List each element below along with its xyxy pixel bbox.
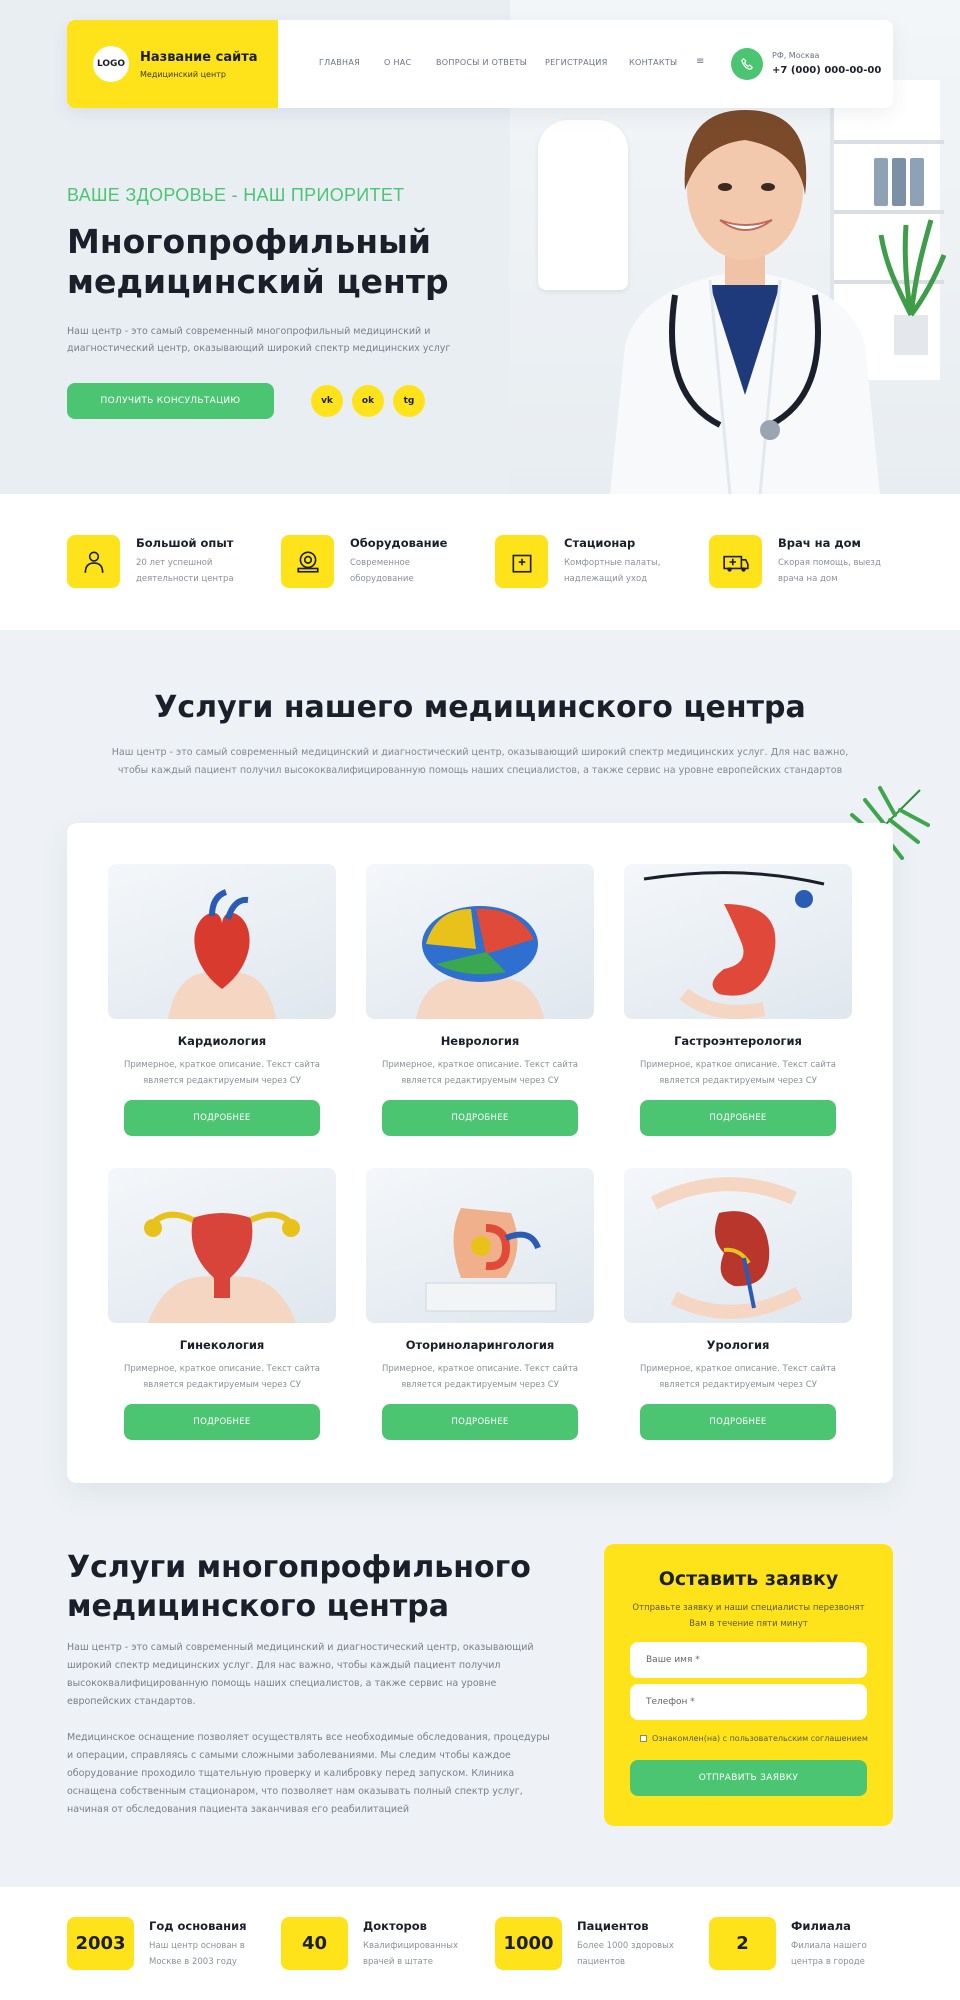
site-name[interactable]: Название сайта xyxy=(140,50,258,65)
kidney-model-image[interactable] xyxy=(624,1168,852,1323)
service-title: Урология xyxy=(706,1338,770,1352)
service-desc: Примерное, краткое описание. Текст сайта… xyxy=(123,1060,321,1086)
feature-text: Скорая помощь, выезд врача на дом xyxy=(778,558,881,584)
services-lead: Наш центр - это самый современный медици… xyxy=(111,747,849,776)
service-title: Оториноларингология xyxy=(405,1338,555,1352)
nav-contacts[interactable]: КОНТАКТЫ xyxy=(629,58,677,67)
contact-city: РФ, Москва xyxy=(772,51,820,60)
ok-icon[interactable]: ok xyxy=(352,385,384,417)
stomach-model-image[interactable] xyxy=(624,864,852,1019)
gastroenterology-details-button[interactable]: ПОДРОБНЕЕ xyxy=(640,1100,836,1136)
nav-registration[interactable]: РЕГИСТРАЦИЯ xyxy=(545,58,608,67)
urology-details-button[interactable]: ПОДРОБНЕЕ xyxy=(640,1404,836,1440)
stat-title: Филиала xyxy=(791,1919,851,1933)
service-desc: Примерное, краткое описание. Текст сайта… xyxy=(123,1364,321,1390)
service-desc: Примерное, краткое описание. Текст сайта… xyxy=(381,1364,579,1390)
agreement-label: Ознакомлен(на) с пользовательским соглаш… xyxy=(652,1734,868,1743)
submit-request-button[interactable]: ОТПРАВИТЬ ЗАЯВКУ xyxy=(630,1760,867,1796)
feature-text: Современное оборудование xyxy=(350,558,414,584)
ear-model-image[interactable] xyxy=(366,1168,594,1323)
agreement-checkbox[interactable]: Ознакомлен(на) с пользовательским соглаш… xyxy=(640,1734,868,1743)
checkbox-icon[interactable] xyxy=(640,1735,647,1742)
heart-model-image[interactable] xyxy=(108,864,336,1019)
stat-value: 2003 xyxy=(67,1917,134,1970)
stat-title: Пациентов xyxy=(577,1919,649,1933)
stat-text: Более 1000 здоровых пациентов xyxy=(577,1941,674,1967)
service-title: Кардиология xyxy=(177,1034,267,1048)
feature-text: 20 лет успешной деятельности центра xyxy=(136,558,234,584)
hero-section: LOGO Название сайта Медицинский центр ГЛ… xyxy=(0,0,960,494)
service-title: Неврология xyxy=(440,1034,520,1048)
stat-text: Филиала нашего центра в городе xyxy=(791,1941,867,1967)
nav-faq[interactable]: ВОПРОСЫ И ОТВЕТЫ xyxy=(436,58,527,67)
about-paragraph-1: Наш центр - это самый современный медици… xyxy=(67,1642,534,1707)
stat-text: Наш центр основан в Москве в 2003 году xyxy=(149,1941,245,1967)
service-desc: Примерное, краткое описание. Текст сайта… xyxy=(639,1364,837,1390)
feature-title: Врач на дом xyxy=(778,536,861,550)
request-form: Оставить заявку Отправьте заявку и наши … xyxy=(604,1544,893,1826)
stat-value: 40 xyxy=(281,1917,348,1970)
service-desc: Примерное, краткое описание. Текст сайта… xyxy=(381,1060,579,1086)
telegram-icon[interactable]: tg xyxy=(393,385,425,417)
form-subtitle: Отправьте заявку и наши специалисты пере… xyxy=(632,1603,865,1629)
name-input[interactable] xyxy=(630,1642,867,1678)
uterus-model-image[interactable] xyxy=(108,1168,336,1323)
service-desc: Примерное, краткое описание. Текст сайта… xyxy=(639,1060,837,1086)
feature-title: Оборудование xyxy=(350,536,448,550)
services-panel: Кардиология Примерное, краткое описание.… xyxy=(67,823,893,1483)
feature-text: Комфортные палаты, надлежащий уход xyxy=(564,558,661,584)
nav-about[interactable]: О НАС xyxy=(384,58,411,67)
mri-scanner-icon xyxy=(281,535,334,588)
feature-title: Большой опыт xyxy=(136,536,234,550)
contact-phone[interactable]: +7 (000) 000-00-00 xyxy=(772,65,881,76)
logo-block[interactable]: LOGO Название сайта Медицинский центр xyxy=(67,20,278,108)
hero-tagline: ВАШЕ ЗДОРОВЬЕ - НАШ ПРИОРИТЕТ xyxy=(67,185,405,205)
menu-icon[interactable]: ≡ xyxy=(696,56,705,67)
site-header: LOGO Название сайта Медицинский центр ГЛ… xyxy=(67,20,893,108)
brain-model-image[interactable] xyxy=(366,864,594,1019)
feature-title: Стационар xyxy=(564,536,636,550)
vk-icon[interactable]: vk xyxy=(311,385,343,417)
phone-icon[interactable] xyxy=(731,48,763,80)
site-subtitle: Медицинский центр xyxy=(140,70,226,79)
doctor-icon xyxy=(67,535,120,588)
service-title: Гастроэнтерология xyxy=(674,1034,802,1048)
stat-title: Докторов xyxy=(363,1919,427,1933)
consultation-button[interactable]: ПОЛУЧИТЬ КОНСУЛЬТАЦИЮ xyxy=(67,383,274,419)
stat-value: 1000 xyxy=(495,1917,562,1970)
neurology-details-button[interactable]: ПОДРОБНЕЕ xyxy=(382,1100,578,1136)
features-section: Большой опыт 20 лет успешной деятельност… xyxy=(0,494,960,630)
stat-title: Год основания xyxy=(149,1919,247,1933)
hero-title: Многопрофильный медицинский центр xyxy=(67,222,449,301)
services-title: Услуги нашего медицинского центра xyxy=(154,690,806,725)
gynecology-details-button[interactable]: ПОДРОБНЕЕ xyxy=(124,1404,320,1440)
ambulance-icon xyxy=(709,535,762,588)
ent-details-button[interactable]: ПОДРОБНЕЕ xyxy=(382,1404,578,1440)
phone-input[interactable] xyxy=(630,1684,867,1720)
stat-value: 2 xyxy=(709,1917,776,1970)
stats-section: 2003 Год основания Наш центр основан в М… xyxy=(0,1887,960,2000)
nav-home[interactable]: ГЛАВНАЯ xyxy=(319,58,360,67)
about-title: Услуги многопрофильного медицинского цен… xyxy=(67,1550,531,1624)
service-title: Гинекология xyxy=(179,1338,265,1352)
cardiology-details-button[interactable]: ПОДРОБНЕЕ xyxy=(124,1100,320,1136)
stat-text: Квалифицированных врачей в штате xyxy=(363,1941,458,1967)
hospital-icon xyxy=(495,535,548,588)
hero-lead: Наш центр - это самый современный многоп… xyxy=(67,326,451,354)
about-paragraph-2: Медицинское оснащение позволяет осуществ… xyxy=(67,1732,550,1815)
doctor-illustration xyxy=(610,110,880,494)
logo[interactable]: LOGO xyxy=(93,46,129,82)
form-title: Оставить заявку xyxy=(658,1568,839,1590)
